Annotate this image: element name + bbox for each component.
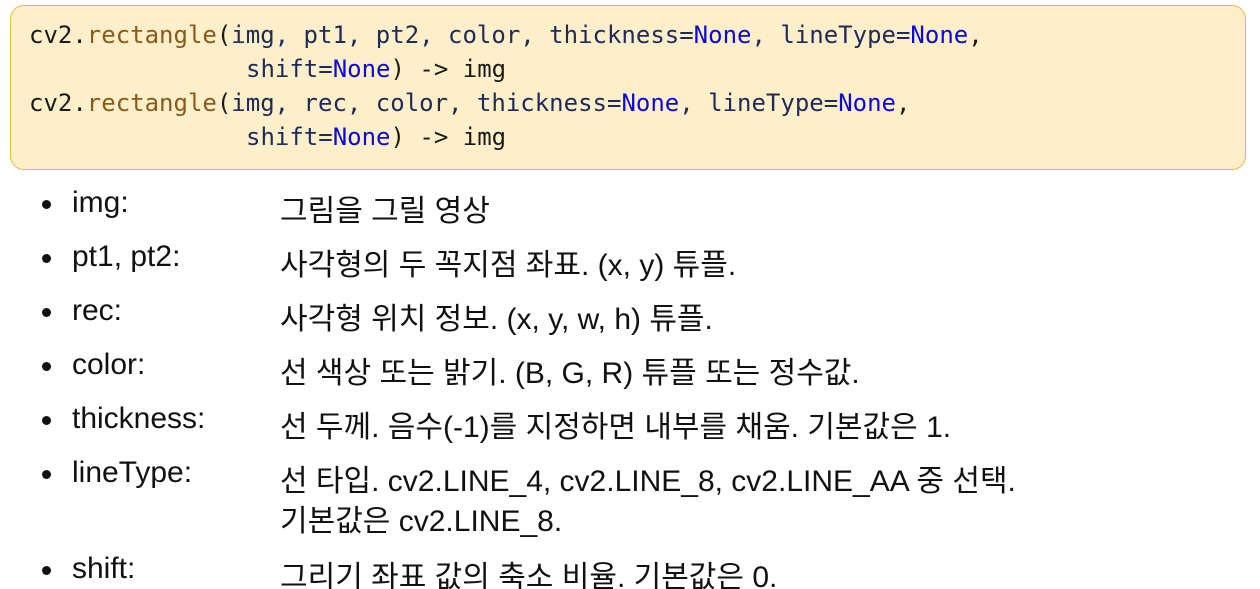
bullet-icon bbox=[42, 254, 51, 263]
param-name: pt1, pt2: bbox=[72, 240, 181, 273]
param-description: 그림을 그릴 영상 bbox=[280, 195, 490, 228]
bullet-icon bbox=[42, 200, 51, 209]
param-description: 사각형의 두 꼭지점 좌표. (x, y) 튜플. bbox=[280, 249, 737, 282]
param-item-pt1-pt2: pt1, pt2: 사각형의 두 꼭지점 좌표. (x, y) 튜플. bbox=[0, 240, 1260, 292]
bullet-icon bbox=[42, 308, 51, 317]
bullet-icon bbox=[42, 362, 51, 371]
param-description: 선 색상 또는 밝기. (B, G, R) 튜플 또는 정수값. bbox=[280, 357, 860, 390]
param-name: lineType: bbox=[72, 456, 193, 489]
param-item-shift: shift: 그리기 좌표 값의 축소 비율. 기본값은 0. bbox=[0, 552, 1260, 589]
bullet-icon bbox=[42, 566, 51, 575]
param-name: rec: bbox=[72, 294, 123, 327]
param-item-color: color: 선 색상 또는 밝기. (B, G, R) 튜플 또는 정수값. bbox=[0, 348, 1260, 400]
param-description: 그리기 좌표 값의 축소 비율. 기본값은 0. bbox=[280, 561, 778, 589]
code-line-3: cv2.rectangle(img, rec, color, thickness… bbox=[29, 89, 911, 117]
param-description: 사각형 위치 정보. (x, y, w, h) 튜플. bbox=[280, 303, 713, 336]
param-item-rec: rec: 사각형 위치 정보. (x, y, w, h) 튜플. bbox=[0, 294, 1260, 346]
code-line-2: shift=None) -> img bbox=[246, 55, 507, 83]
code-line-4: shift=None) -> img bbox=[246, 123, 507, 151]
param-item-thickness: thickness: 선 두께. 음수(-1)를 지정하면 내부를 채움. 기본… bbox=[0, 402, 1260, 454]
param-name: img: bbox=[72, 186, 129, 219]
bullet-icon bbox=[42, 470, 51, 479]
param-item-linetype: lineType: 선 타입. cv2.LINE_4, cv2.LINE_8, … bbox=[0, 456, 1260, 548]
param-description: 선 타입. cv2.LINE_4, cv2.LINE_8, cv2.LINE_A… bbox=[280, 465, 1016, 498]
param-name: shift: bbox=[72, 552, 136, 585]
param-item-img: img: 그림을 그릴 영상 bbox=[0, 186, 1260, 238]
code-signature-box: cv2.rectangle(img, pt1, pt2, color, thic… bbox=[10, 5, 1246, 170]
param-description-continued: 기본값은 cv2.LINE_8. bbox=[280, 505, 563, 538]
bullet-icon bbox=[42, 416, 51, 425]
param-name: color: bbox=[72, 348, 146, 381]
param-description: 선 두께. 음수(-1)를 지정하면 내부를 채움. 기본값은 1. bbox=[280, 411, 952, 444]
param-name: thickness: bbox=[72, 402, 206, 435]
code-line-1: cv2.rectangle(img, pt1, pt2, color, thic… bbox=[29, 21, 983, 49]
